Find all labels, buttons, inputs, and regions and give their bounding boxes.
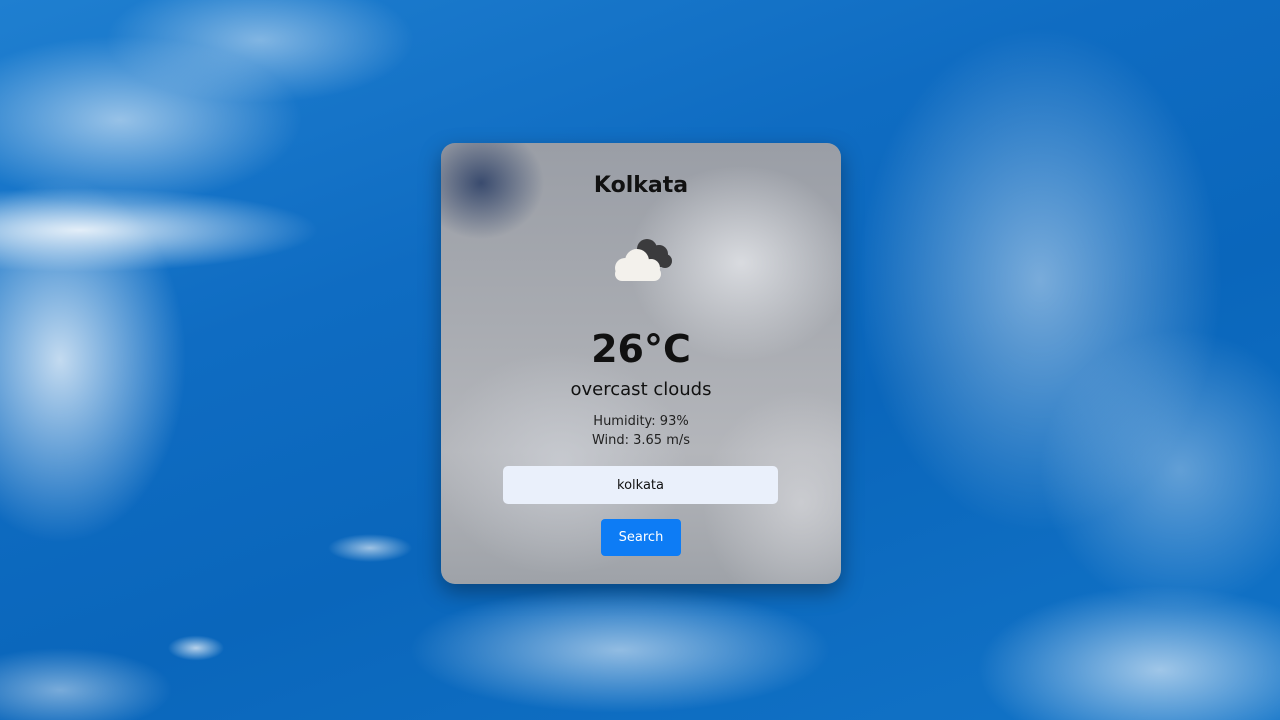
humidity-text: Humidity: 93% [593, 414, 689, 429]
temperature: 26°C [591, 327, 691, 371]
city-name: Kolkata [593, 173, 689, 198]
search-button[interactable]: Search [601, 519, 681, 556]
city-search-input[interactable] [503, 466, 778, 504]
overcast-clouds-icon [607, 235, 677, 285]
weather-description: overcast clouds [570, 379, 712, 400]
wind-text: Wind: 3.65 m/s [591, 433, 691, 448]
weather-card: Kolkata 26°C overcast clouds Humidity: 9… [441, 143, 841, 584]
sky-background: Kolkata 26°C overcast clouds Humidity: 9… [0, 0, 1280, 720]
